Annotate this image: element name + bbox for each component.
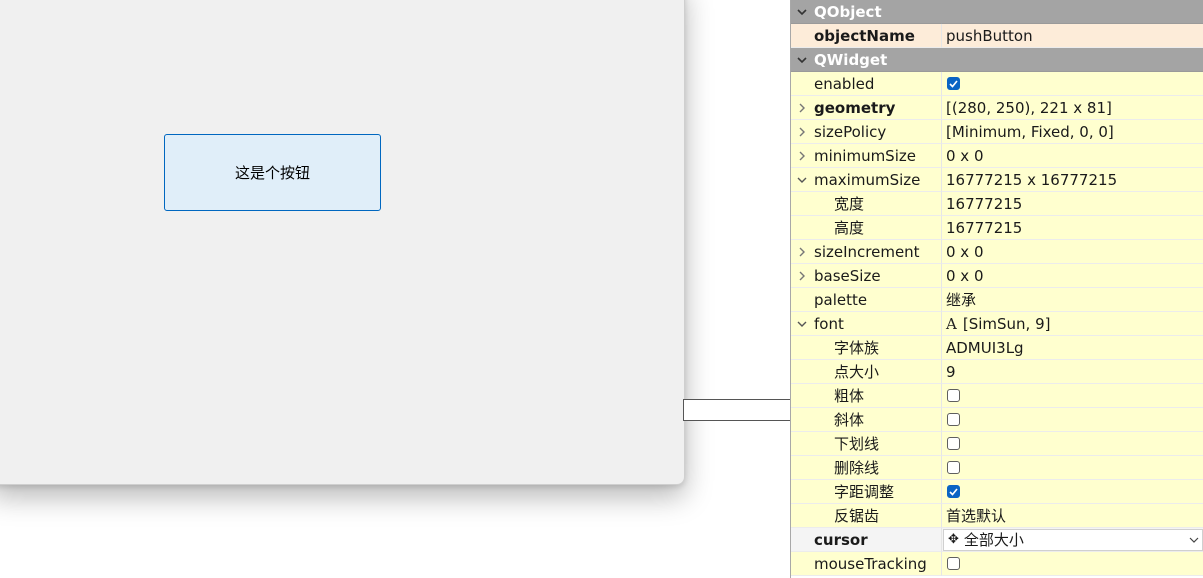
section-qobject-label: QObject — [814, 2, 882, 21]
prop-name: objectName — [814, 26, 915, 45]
prop-value[interactable]: pushButton — [946, 27, 1033, 45]
strikeout-checkbox[interactable] — [947, 461, 960, 474]
prop-name: enabled — [814, 74, 875, 93]
prop-value[interactable]: 0 x 0 — [946, 267, 984, 285]
prop-row-strikeout[interactable]: 删除线 — [791, 456, 1203, 480]
chevron-down-icon[interactable] — [795, 0, 809, 24]
prop-value[interactable]: ADMUI3Lg — [946, 339, 1024, 357]
prop-value[interactable]: 0 x 0 — [946, 147, 984, 165]
prop-name: 粗体 — [834, 387, 865, 405]
mousetracking-checkbox[interactable] — [947, 557, 960, 570]
layout-splitter[interactable] — [683, 399, 790, 421]
prop-name: palette — [814, 290, 868, 309]
font-icon: A — [946, 314, 957, 333]
italic-checkbox[interactable] — [947, 413, 960, 426]
move-cursor-icon: ✥ — [948, 532, 959, 547]
prop-value[interactable]: 0 x 0 — [946, 243, 984, 261]
push-button-label: 这是个按钮 — [234, 164, 310, 182]
prop-row-sizepolicy[interactable]: sizePolicy [Minimum, Fixed, 0, 0] — [791, 120, 1203, 144]
prop-value[interactable]: 16777215 x 16777215 — [946, 171, 1117, 189]
prop-name: cursor — [814, 530, 868, 549]
prop-row-point-size[interactable]: 点大小 9 — [791, 360, 1203, 384]
cursor-select-value: 全部大小 — [963, 531, 1024, 549]
form-canvas: 这是个按钮 — [0, 0, 790, 578]
prop-name: 字距调整 — [834, 483, 895, 501]
chevron-down-icon[interactable] — [1188, 534, 1200, 546]
kerning-checkbox[interactable] — [947, 485, 960, 498]
chevron-right-icon[interactable] — [795, 240, 809, 264]
prop-name: mouseTracking — [814, 554, 927, 573]
prop-row-basesize[interactable]: baseSize 0 x 0 — [791, 264, 1203, 288]
prop-value[interactable]: [(280, 250), 221 x 81] — [946, 99, 1112, 117]
prop-name: 删除线 — [834, 459, 880, 477]
prop-row-italic[interactable]: 斜体 — [791, 408, 1203, 432]
prop-row-enabled[interactable]: enabled — [791, 72, 1203, 96]
prop-row-minimumsize[interactable]: minimumSize 0 x 0 — [791, 144, 1203, 168]
prop-name: sizeIncrement — [814, 242, 920, 261]
prop-row-mousetracking[interactable]: mouseTracking — [791, 552, 1203, 576]
prop-name: font — [814, 314, 844, 333]
prop-name: maximumSize — [814, 170, 921, 189]
prop-row-sizeincrement[interactable]: sizeIncrement 0 x 0 — [791, 240, 1203, 264]
push-button[interactable]: 这是个按钮 — [164, 134, 381, 211]
prop-name: 斜体 — [834, 411, 865, 429]
chevron-right-icon[interactable] — [795, 96, 809, 120]
prop-name: geometry — [814, 98, 896, 117]
prop-name: 字体族 — [834, 339, 880, 357]
prop-value[interactable]: [Minimum, Fixed, 0, 0] — [946, 123, 1114, 141]
prop-name: 点大小 — [834, 363, 880, 381]
prop-row-antialiasing[interactable]: 反锯齿 首选默认 — [791, 504, 1203, 528]
prop-row-objectname[interactable]: objectName pushButton — [791, 24, 1203, 48]
prop-row-font-family[interactable]: 字体族 ADMUI3Lg — [791, 336, 1203, 360]
prop-row-kerning[interactable]: 字距调整 — [791, 480, 1203, 504]
prop-value[interactable]: 9 — [946, 363, 956, 381]
property-editor: QObject objectName pushButton QWidget en… — [790, 0, 1203, 578]
enabled-checkbox[interactable] — [947, 77, 960, 90]
prop-name: 反锯齿 — [834, 507, 880, 525]
form-window[interactable] — [0, 0, 685, 485]
prop-name: minimumSize — [814, 146, 916, 165]
prop-name: 宽度 — [834, 195, 865, 213]
cursor-select[interactable]: ✥ 全部大小 — [943, 528, 1203, 551]
chevron-right-icon[interactable] — [795, 120, 809, 144]
section-qwidget-label: QWidget — [814, 50, 888, 69]
bold-checkbox[interactable] — [947, 389, 960, 402]
prop-row-font[interactable]: font A [SimSun, 9] — [791, 312, 1203, 336]
chevron-right-icon[interactable] — [795, 264, 809, 288]
prop-value[interactable]: 继承 — [946, 289, 976, 310]
prop-row-bold[interactable]: 粗体 — [791, 384, 1203, 408]
prop-value[interactable]: 16777215 — [946, 219, 1022, 237]
prop-row-palette[interactable]: palette 继承 — [791, 288, 1203, 312]
prop-name: 高度 — [834, 219, 865, 237]
prop-row-cursor[interactable]: cursor ✥ 全部大小 — [791, 528, 1203, 552]
prop-value[interactable]: [SimSun, 9] — [963, 315, 1051, 333]
prop-name: 下划线 — [834, 435, 880, 453]
prop-name: sizePolicy — [814, 122, 887, 141]
section-qwidget[interactable]: QWidget — [791, 48, 1203, 72]
underline-checkbox[interactable] — [947, 437, 960, 450]
chevron-down-icon[interactable] — [795, 48, 809, 72]
prop-row-geometry[interactable]: geometry [(280, 250), 221 x 81] — [791, 96, 1203, 120]
chevron-down-icon[interactable] — [795, 168, 809, 192]
prop-value[interactable]: 16777215 — [946, 195, 1022, 213]
chevron-right-icon[interactable] — [795, 144, 809, 168]
prop-row-underline[interactable]: 下划线 — [791, 432, 1203, 456]
section-qobject[interactable]: QObject — [791, 0, 1203, 24]
prop-row-maximumsize[interactable]: maximumSize 16777215 x 16777215 — [791, 168, 1203, 192]
prop-row-max-width[interactable]: 宽度 16777215 — [791, 192, 1203, 216]
prop-value[interactable]: 首选默认 — [946, 505, 1006, 526]
prop-row-max-height[interactable]: 高度 16777215 — [791, 216, 1203, 240]
chevron-down-icon[interactable] — [795, 312, 809, 336]
prop-name: baseSize — [814, 266, 881, 285]
